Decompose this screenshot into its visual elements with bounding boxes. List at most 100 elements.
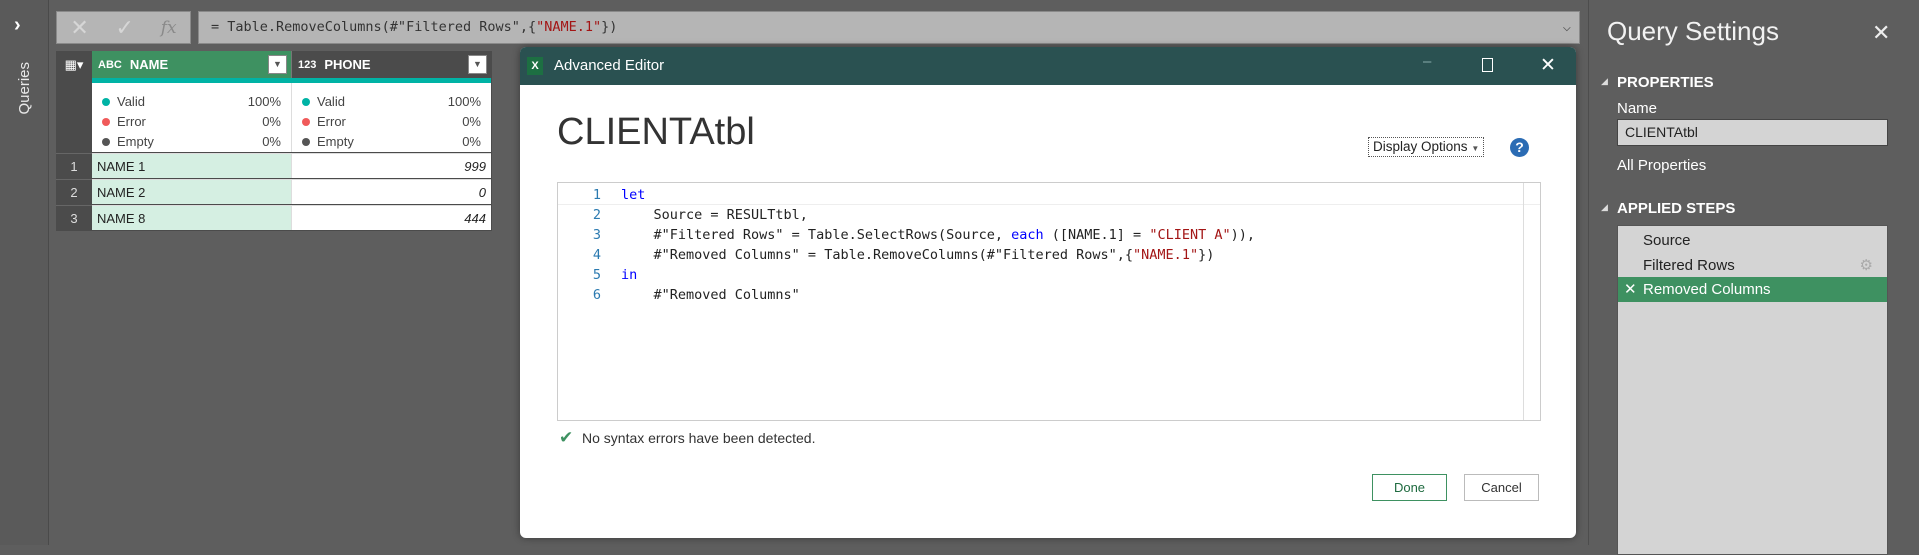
line-number: 5 bbox=[592, 267, 601, 283]
empty-dot-icon bbox=[102, 137, 110, 146]
query-name-input[interactable]: CLIENTAtbl bbox=[1617, 119, 1888, 146]
table-menu-icon[interactable]: ▦▾ bbox=[56, 51, 92, 78]
line-number: 3 bbox=[592, 227, 601, 243]
code-line[interactable]: #"Filtered Rows" = Table.SelectRows(Sour… bbox=[621, 227, 1256, 243]
name-label: Name bbox=[1617, 100, 1658, 117]
display-options-label: Display Options bbox=[1373, 139, 1468, 154]
dialog-title-bar: X Advanced Editor – ✕ bbox=[520, 47, 1576, 85]
formula-string: "NAME.1" bbox=[536, 19, 602, 35]
error-dot-icon bbox=[102, 117, 110, 126]
filter-dropdown-icon[interactable]: ▼ bbox=[468, 55, 487, 74]
delete-step-icon[interactable]: ✕ bbox=[1624, 277, 1637, 302]
filter-dropdown-icon[interactable]: ▼ bbox=[268, 55, 287, 74]
collapse-triangle-icon[interactable]: ◢ bbox=[1601, 76, 1608, 87]
text-type-icon[interactable]: ABC bbox=[98, 59, 122, 71]
stat-label: Valid bbox=[117, 93, 145, 109]
stat-label: Empty bbox=[317, 133, 354, 149]
all-properties-link[interactable]: All Properties bbox=[1617, 157, 1706, 174]
expand-formula-chevron-icon[interactable]: ⌵ bbox=[1563, 12, 1571, 43]
cell-phone[interactable]: 999 bbox=[291, 153, 491, 178]
stat-value: 100% bbox=[247, 93, 281, 109]
cell-name[interactable]: NAME 8 bbox=[92, 205, 291, 230]
code-line[interactable]: #"Removed Columns" bbox=[621, 287, 800, 303]
minimize-button[interactable]: – bbox=[1423, 53, 1431, 70]
stat-value: 0% bbox=[462, 113, 481, 129]
code-line[interactable]: in bbox=[621, 267, 637, 283]
column-quality-name: Valid 100% Error 0% Empty 0% bbox=[92, 83, 291, 152]
cell-phone[interactable]: 0 bbox=[291, 179, 491, 204]
cell-name[interactable]: NAME 1 bbox=[92, 153, 291, 178]
row-number[interactable]: 2 bbox=[56, 179, 92, 205]
valid-dot-icon bbox=[102, 97, 110, 106]
empty-dot-icon bbox=[302, 137, 310, 146]
cell-name[interactable]: NAME 2 bbox=[92, 179, 291, 204]
stat-value: 100% bbox=[447, 93, 481, 109]
excel-icon: X bbox=[527, 57, 543, 75]
code-line[interactable]: let bbox=[621, 187, 645, 203]
done-button[interactable]: Done bbox=[1372, 474, 1447, 501]
properties-heading[interactable]: PROPERTIES bbox=[1617, 74, 1714, 91]
line-number: 1 bbox=[592, 187, 601, 203]
stat-label: Error bbox=[117, 113, 146, 129]
step-label: Filtered Rows bbox=[1643, 257, 1735, 274]
applied-steps-heading[interactable]: APPLIED STEPS bbox=[1617, 200, 1735, 217]
advanced-editor-dialog: X Advanced Editor – ✕ CLIENTAtbl Display… bbox=[520, 47, 1576, 538]
stat-value: 0% bbox=[462, 133, 481, 149]
queries-pane-label[interactable]: Queries bbox=[16, 62, 33, 115]
stat-value: 0% bbox=[262, 113, 281, 129]
step-filtered-rows[interactable]: Filtered Rows ⚙ bbox=[1618, 253, 1887, 278]
step-source[interactable]: Source bbox=[1618, 228, 1887, 253]
syntax-status: No syntax errors have been detected. bbox=[582, 430, 816, 446]
close-button[interactable]: ✕ bbox=[1540, 54, 1556, 77]
step-removed-columns[interactable]: ✕ Removed Columns bbox=[1618, 277, 1887, 302]
dropdown-arrow-icon: ▼ bbox=[1471, 144, 1480, 153]
check-icon: ✔ bbox=[559, 428, 574, 447]
step-label: Removed Columns bbox=[1643, 281, 1771, 298]
cancel-button[interactable]: Cancel bbox=[1464, 474, 1539, 501]
stat-label: Valid bbox=[317, 93, 345, 109]
formula-bar[interactable]: = Table.RemoveColumns(#"Filtered Rows",{… bbox=[198, 11, 1580, 44]
column-header-phone[interactable]: 123 PHONE ▼ bbox=[291, 51, 491, 78]
formula-tools: ✕ ✓ fx bbox=[56, 11, 191, 44]
maximize-button[interactable] bbox=[1482, 58, 1493, 72]
query-settings-title: Query Settings bbox=[1607, 16, 1779, 46]
fx-icon[interactable]: fx bbox=[161, 18, 177, 38]
column-header-name[interactable]: ABC NAME ▼ bbox=[92, 51, 291, 78]
stat-label: Empty bbox=[117, 133, 154, 149]
dialog-title: Advanced Editor bbox=[554, 57, 665, 74]
settings-divider bbox=[1588, 0, 1589, 545]
cell-phone[interactable]: 444 bbox=[291, 205, 491, 230]
code-line[interactable]: #"Removed Columns" = Table.RemoveColumns… bbox=[621, 247, 1215, 263]
row-number[interactable]: 1 bbox=[56, 153, 92, 179]
valid-dot-icon bbox=[302, 97, 310, 106]
row-number[interactable]: 3 bbox=[56, 205, 92, 231]
data-grid: ▦▾ ABC NAME ▼ 123 PHONE ▼ Valid 100% Erro… bbox=[56, 51, 492, 231]
formula-text: = Table.RemoveColumns(#"Filtered Rows",{ bbox=[211, 19, 537, 35]
query-name-heading: CLIENTAtbl bbox=[557, 111, 755, 153]
close-settings-icon[interactable]: ✕ bbox=[1872, 20, 1890, 46]
stat-label: Error bbox=[317, 113, 346, 129]
number-type-icon[interactable]: 123 bbox=[298, 59, 316, 71]
error-dot-icon bbox=[302, 117, 310, 126]
line-number: 2 bbox=[592, 207, 601, 223]
column-name: NAME bbox=[129, 57, 169, 72]
applied-steps-list: Source Filtered Rows ⚙ ✕ Removed Columns bbox=[1617, 225, 1888, 555]
row-number-header bbox=[56, 78, 92, 153]
line-number: 6 bbox=[592, 287, 601, 303]
line-number: 4 bbox=[592, 247, 601, 263]
collapse-triangle-icon[interactable]: ◢ bbox=[1601, 202, 1608, 213]
code-editor[interactable]: 1 let 2 Source = RESULTtbl, 3 #"Filtered Ro… bbox=[557, 182, 1541, 421]
gear-icon[interactable]: ⚙ bbox=[1860, 253, 1873, 278]
formula-text-end: }) bbox=[601, 19, 618, 35]
display-options-dropdown[interactable]: Display Options ▼ bbox=[1368, 137, 1485, 157]
confirm-formula-icon[interactable]: ✓ bbox=[116, 15, 134, 41]
cancel-formula-icon[interactable]: ✕ bbox=[70, 15, 88, 41]
editor-scrollbar[interactable] bbox=[1523, 183, 1524, 420]
expand-chevron-icon[interactable]: › bbox=[14, 14, 21, 37]
current-line-highlight bbox=[558, 185, 1540, 205]
queries-pane: › Queries bbox=[0, 0, 49, 545]
help-icon[interactable]: ? bbox=[1510, 138, 1529, 157]
code-line[interactable]: Source = RESULTtbl, bbox=[621, 207, 808, 223]
step-label: Source bbox=[1643, 232, 1691, 249]
stat-value: 0% bbox=[262, 133, 281, 149]
